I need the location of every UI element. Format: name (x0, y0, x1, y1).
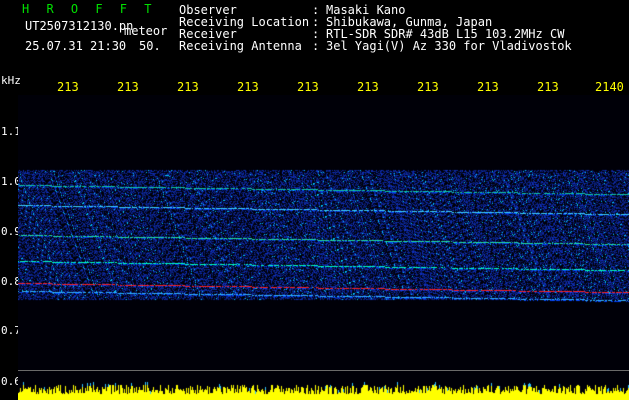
frequency-unit-label: kHz (1, 74, 21, 87)
file-name: UT2507312130.pn (25, 19, 134, 33)
time-tick-label: 213 (357, 80, 379, 94)
observation-type: meteor (124, 24, 168, 38)
meta-colon: : (312, 39, 320, 53)
time-tick-label: 213 (417, 80, 439, 94)
time-tick-label: 213 (537, 80, 559, 94)
time-tick-label: 2140 (595, 80, 624, 94)
meta-value-antenna: 3el Yagi(V) Az 330 for Vladivostok (326, 39, 572, 53)
time-tick-label: 213 (297, 80, 319, 94)
time-tick-label: 213 (177, 80, 199, 94)
time-tick-label: 213 (477, 80, 499, 94)
meta-key-antenna: Receiving Antenna (179, 39, 302, 53)
echo-count: 50. (139, 39, 161, 53)
app-title: H R O F F T (22, 2, 157, 16)
time-tick-label: 213 (117, 80, 139, 94)
time-tick-label: 213 (57, 80, 79, 94)
reference-line (18, 370, 629, 371)
time-tick-label: 213 (237, 80, 259, 94)
observation-datetime: 25.07.31 21:30 (25, 39, 127, 53)
spectrogram-canvas (18, 95, 629, 400)
